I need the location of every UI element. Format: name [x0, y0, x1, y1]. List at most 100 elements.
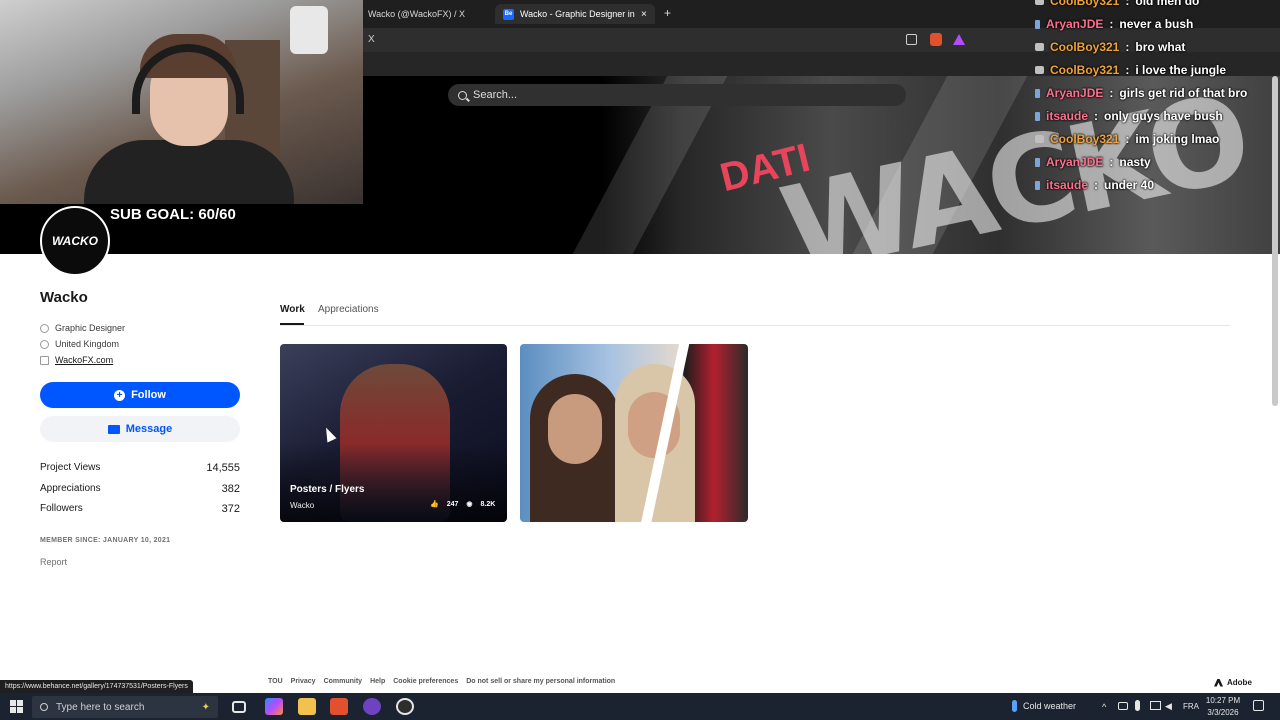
stat-label: Appreciations [40, 483, 101, 494]
sparkle-icon: ✦ [201, 701, 210, 713]
eye-icon: ◉ [466, 501, 473, 508]
taskbar-search-input[interactable]: Type here to search ✦ [32, 696, 218, 718]
clock-date: 3/3/2026 [1207, 708, 1239, 717]
search-icon [458, 90, 467, 100]
chat-badge-icon [1035, 66, 1044, 74]
sub-goal-text: SUB GOAL: 60/60 [110, 206, 236, 223]
footer-links: TOU Privacy Community Help Cookie prefer… [268, 678, 615, 685]
chat-message: CoolBoy321: old men do [1035, 0, 1199, 8]
chat-message: AryanJDE: nasty [1035, 155, 1151, 169]
footer-link-community[interactable]: Community [324, 678, 363, 685]
thumbs-up-icon: 👍 [430, 501, 439, 508]
profile-name: Wacko [40, 289, 88, 306]
search-placeholder: Search... [473, 89, 518, 101]
copilot-icon[interactable] [265, 698, 283, 715]
report-link[interactable]: Report [40, 557, 67, 567]
chat-text: girls get rid of that bro [1119, 86, 1248, 100]
chat-message: CoolBoy321: im joking lmao [1035, 132, 1219, 146]
network-icon[interactable] [1118, 702, 1128, 710]
weather-text: Cold weather [1023, 701, 1077, 711]
profile-website[interactable]: WackoFX.com [40, 355, 113, 365]
chat-message: CoolBoy321: i love the jungle [1035, 63, 1226, 77]
taskbar-weather[interactable]: Cold weather [1012, 700, 1076, 712]
close-icon[interactable]: × [641, 9, 647, 20]
chat-user: CoolBoy321 [1050, 132, 1120, 146]
adobe-label: Adobe [1227, 678, 1252, 687]
chat-badge-icon [1035, 88, 1040, 98]
project-title: Posters / Flyers [290, 484, 365, 495]
tab-label: Wacko - Graphic Designer in Un [520, 9, 635, 19]
speaker-icon[interactable]: ◀ [1165, 701, 1172, 712]
brave-browser-icon[interactable] [330, 698, 348, 715]
chat-text: bro what [1135, 40, 1186, 54]
tab-divider [280, 325, 1230, 326]
footer-link-do-not-sell[interactable]: Do not sell or share my personal informa… [466, 678, 615, 685]
footer-link-help[interactable]: Help [370, 678, 385, 685]
project-owner[interactable]: Wacko [290, 501, 314, 510]
webcam-jar [290, 6, 328, 54]
stat-label: Followers [40, 503, 83, 514]
footer-link-tou[interactable]: TOU [268, 678, 283, 685]
language-indicator[interactable]: FRA [1183, 702, 1199, 711]
brave-shield-icon[interactable] [930, 33, 942, 46]
message-button[interactable]: Message [40, 416, 240, 442]
taskbar-clock[interactable]: 10:27 PM 3/3/2026 [1200, 695, 1246, 719]
follow-label: Follow [131, 389, 166, 401]
file-explorer-icon[interactable] [298, 698, 316, 715]
project-card-2[interactable] [520, 344, 748, 522]
chat-message: CoolBoy321: bro what [1035, 40, 1185, 54]
tab-behance[interactable]: Be Wacko - Graphic Designer in Un × [495, 4, 655, 24]
chat-message: itsaude: under 40 [1035, 178, 1154, 192]
profile-occupation: Graphic Designer [40, 323, 125, 333]
active-tab-indicator [280, 323, 304, 325]
chat-badge-icon [1035, 0, 1044, 5]
rewards-icon[interactable] [953, 34, 965, 45]
external-link-icon [40, 355, 49, 365]
chat-user: AryanJDE [1046, 86, 1104, 100]
stat-project-views: Project Views 14,555 [40, 462, 240, 474]
microphone-icon[interactable] [1135, 700, 1140, 711]
obs-icon[interactable] [396, 698, 414, 715]
search-icon [40, 703, 48, 711]
clock-time: 10:27 PM [1205, 696, 1241, 705]
stat-value: 372 [221, 503, 240, 515]
discord-icon[interactable] [363, 698, 381, 715]
chat-badge-icon [1035, 180, 1040, 190]
chevron-up-icon[interactable]: ^ [1102, 702, 1106, 712]
chat-message: AryanJDE: girls get rid of that bro [1035, 86, 1247, 100]
globe-icon [40, 339, 49, 349]
chat-badge-icon [1035, 111, 1040, 121]
thumbnail-gradient [280, 444, 507, 522]
project-likes: 247 [446, 500, 459, 508]
monitor-icon[interactable] [1150, 701, 1161, 710]
briefcase-icon [40, 323, 49, 333]
chat-user: AryanJDE [1046, 17, 1104, 31]
adobe-logo[interactable]: Adobe [1214, 678, 1252, 687]
thermometer-icon [1012, 700, 1017, 712]
task-view-icon[interactable] [232, 701, 246, 713]
avatar: WACKO [40, 206, 110, 276]
footer-link-privacy[interactable]: Privacy [291, 678, 316, 685]
tab-x[interactable]: Wacko (@WackoFX) / X [360, 4, 473, 24]
tab-appreciations[interactable]: Appreciations [318, 304, 379, 315]
follow-button[interactable]: + Follow [40, 382, 240, 408]
behance-icon: Be [503, 8, 514, 20]
footer-link-cookies[interactable]: Cookie preferences [393, 678, 458, 685]
chat-text: i love the jungle [1135, 63, 1227, 77]
notification-icon[interactable] [1253, 700, 1264, 711]
search-input[interactable]: Search... [448, 84, 906, 106]
new-tab-button[interactable]: + [664, 6, 671, 20]
page-scrollbar[interactable] [1272, 76, 1278, 406]
website-link[interactable]: WackoFX.com [55, 355, 113, 365]
taskbar-search-placeholder: Type here to search [56, 701, 145, 713]
project-card-posters[interactable]: Posters / Flyers Wacko 👍 247 ◉ 8.2K [280, 344, 507, 522]
stat-value: 382 [221, 483, 240, 495]
tab-work[interactable]: Work [280, 304, 305, 315]
member-since: MEMBER SINCE: JANUARY 10, 2021 [40, 537, 171, 544]
share-icon[interactable] [906, 34, 917, 45]
chat-text: im joking lmao [1135, 132, 1220, 146]
url-field[interactable]: X [360, 30, 920, 50]
tab-label: Wacko (@WackoFX) / X [368, 9, 465, 19]
windows-start-icon[interactable] [10, 700, 23, 713]
location-text: United Kingdom [55, 339, 120, 349]
